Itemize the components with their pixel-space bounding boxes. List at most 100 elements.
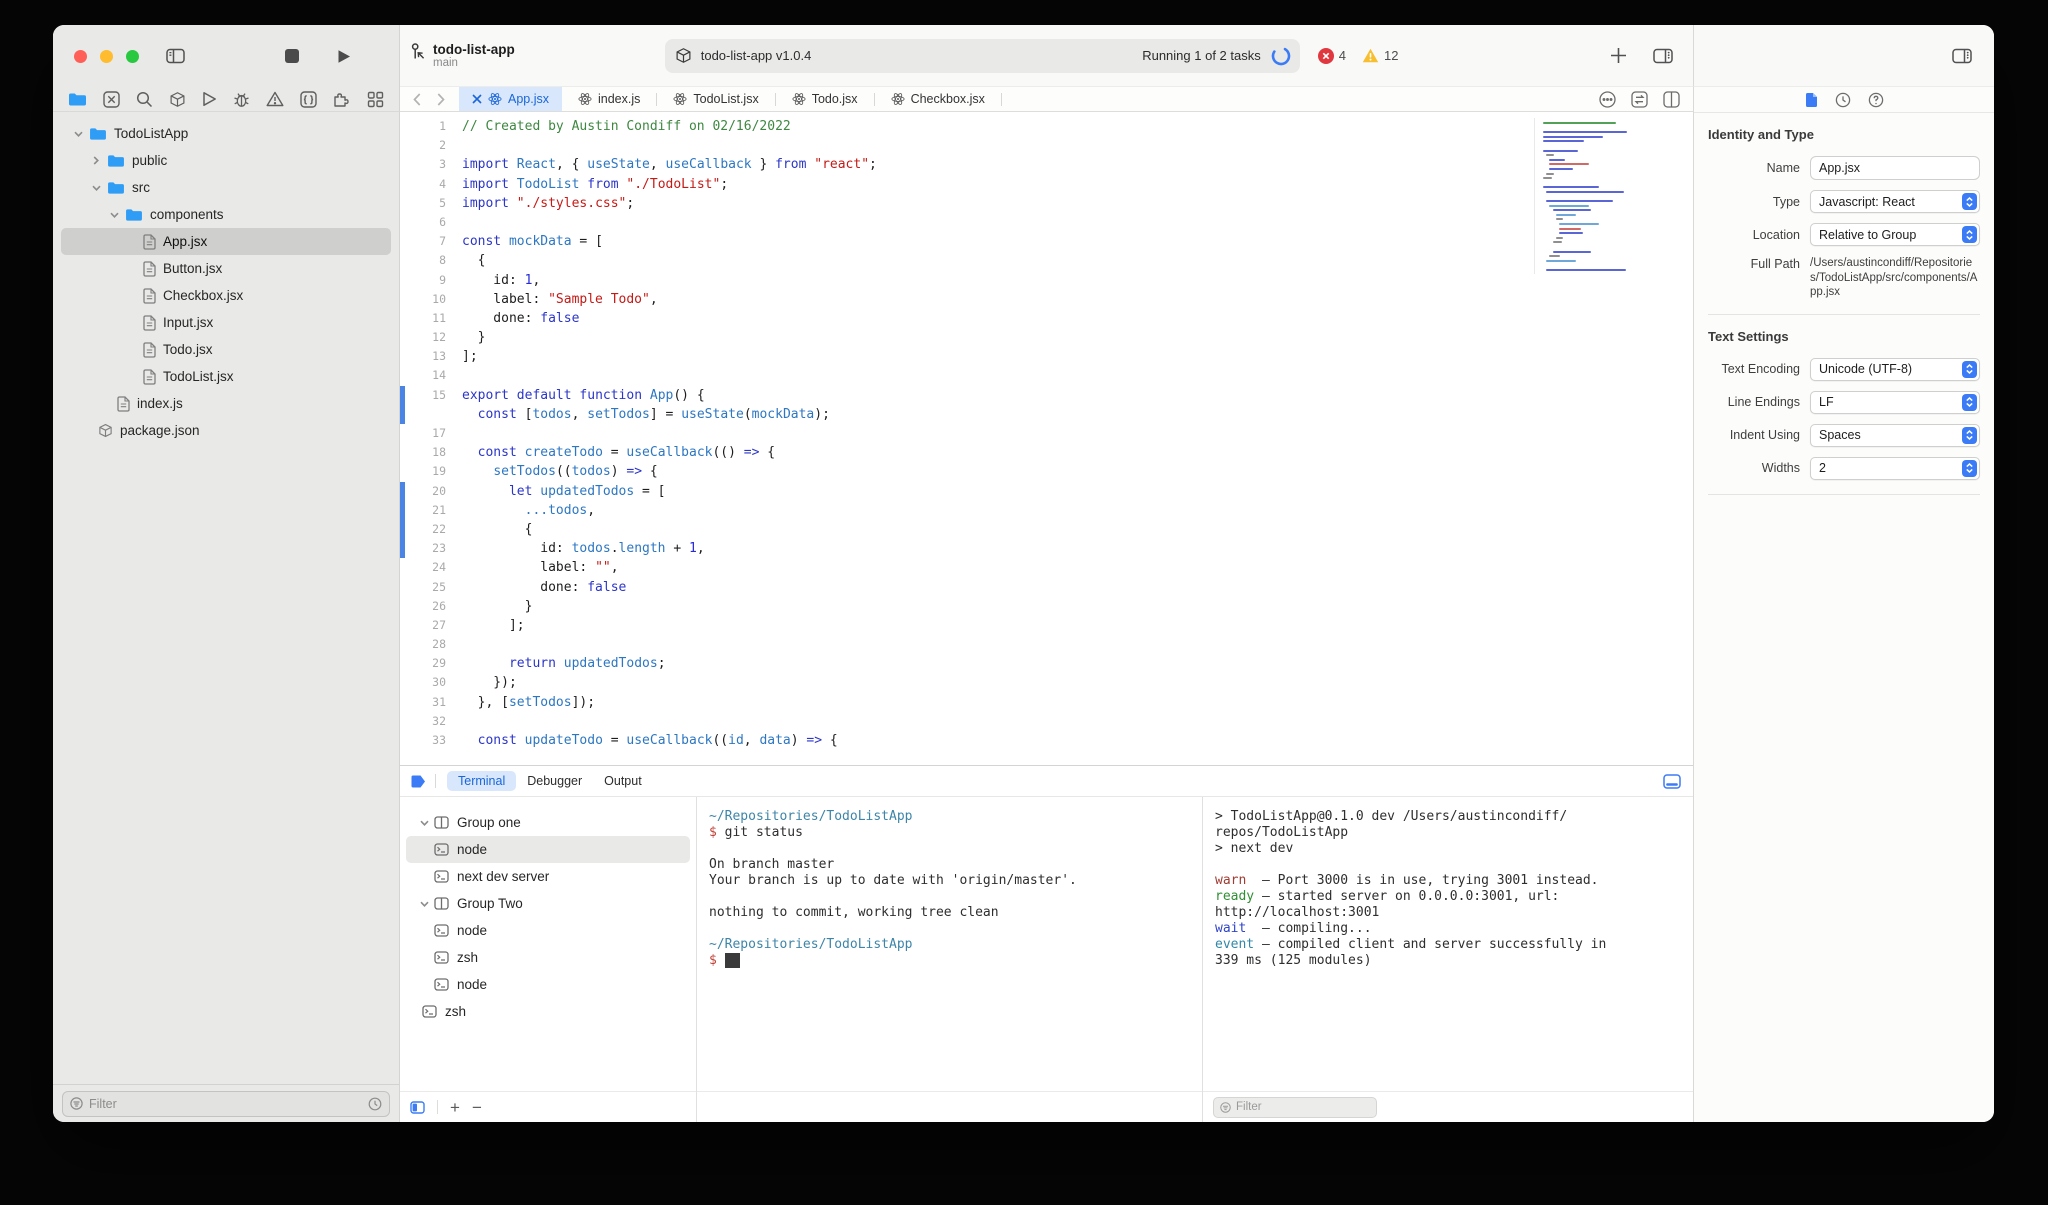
code-line[interactable]: 4 import TodoList from "./TodoList"; (400, 175, 1693, 194)
code-line[interactable]: 8 { (400, 251, 1693, 270)
minimize-window-button[interactable] (100, 49, 113, 63)
code-line[interactable]: 13]; (400, 347, 1693, 366)
sidebar-filter-input[interactable]: Filter (62, 1090, 390, 1117)
code-line[interactable]: 21 ...todos, (400, 500, 1693, 521)
name-field[interactable]: App.jsx (1810, 156, 1980, 180)
code-line[interactable]: 6 (400, 213, 1693, 232)
tree-item-src[interactable]: src (53, 174, 399, 201)
warning-badge[interactable]: 12 (1362, 48, 1398, 63)
code-line[interactable]: 29 return updatedTodos; (400, 654, 1693, 673)
tree-item-indexjs[interactable]: index.js (53, 390, 399, 417)
project-navigator-icon[interactable] (68, 92, 87, 107)
code-line[interactable]: 14 (400, 366, 1693, 385)
code-line[interactable]: 23 id: todos.length + 1, (400, 539, 1693, 559)
code-line[interactable]: 19 setTodos((todos) => { (400, 462, 1693, 481)
back-icon[interactable] (413, 92, 421, 106)
session-group[interactable]: Group one (406, 809, 690, 836)
tree-item-file[interactable]: TodoList.jsx (53, 363, 399, 390)
close-icon[interactable] (472, 94, 482, 104)
more-options-icon[interactable] (1599, 90, 1616, 108)
session-item[interactable]: zsh (406, 944, 690, 971)
code-line[interactable]: 1// Created by Austin Condiff on 02/16/2… (400, 117, 1693, 136)
tree-item-file[interactable]: Checkbox.jsx (53, 282, 399, 309)
minimap[interactable] (1534, 118, 1639, 274)
session-group[interactable]: Group Two (406, 890, 690, 917)
hierarchy-navigator-icon[interactable] (367, 91, 384, 108)
session-item[interactable]: node (406, 971, 690, 998)
code-line[interactable]: 5 import "./styles.css"; (400, 194, 1693, 213)
code-line[interactable]: 27 ]; (400, 616, 1693, 635)
code-line[interactable]: 25 done: false (400, 578, 1693, 597)
encoding-select[interactable]: Unicode (UTF-8) (1810, 357, 1980, 381)
session-item[interactable]: node (406, 917, 690, 944)
clock-icon[interactable] (368, 1097, 382, 1111)
code-line[interactable]: 12 } (400, 328, 1693, 347)
package-navigator-icon[interactable] (169, 91, 186, 108)
toggle-right-panel-icon[interactable] (1952, 48, 1972, 64)
session-item-selected[interactable]: node (406, 836, 690, 863)
code-line[interactable]: 7 const mockData = [ (400, 232, 1693, 251)
find-navigator-icon[interactable] (136, 91, 153, 108)
close-window-button[interactable] (74, 49, 87, 63)
split-editor-icon[interactable] (1663, 90, 1680, 108)
session-item[interactable]: zsh (406, 998, 690, 1025)
add-terminal-icon[interactable]: + (450, 1099, 460, 1116)
project-title-block[interactable]: todo-list-app main (411, 42, 515, 70)
toggle-inspector-icon[interactable] (1653, 48, 1673, 64)
tree-item-file[interactable]: Button.jsx (53, 255, 399, 282)
add-icon[interactable] (1610, 47, 1627, 64)
tree-item-file[interactable]: Todo.jsx (53, 336, 399, 363)
remove-terminal-icon[interactable]: − (472, 1099, 482, 1116)
code-line[interactable]: 9 id: 1, (400, 271, 1693, 290)
code-line[interactable]: 32 (400, 712, 1693, 731)
code-line[interactable]: 15 export default function App() { (400, 385, 1693, 406)
help-inspector-icon[interactable] (1868, 92, 1884, 108)
history-inspector-icon[interactable] (1835, 92, 1851, 108)
split-terminal-icon[interactable] (410, 1100, 425, 1114)
extensions-navigator-icon[interactable] (333, 91, 351, 108)
zoom-window-button[interactable] (126, 49, 139, 63)
tree-item-packagejson[interactable]: package.json (53, 417, 399, 444)
code-line[interactable]: 3 import React, { useState, useCallback }… (400, 155, 1693, 174)
chevron-down-icon[interactable] (85, 185, 107, 191)
type-select[interactable]: Javascript: React (1810, 190, 1980, 213)
code-line[interactable]: 22 { (400, 519, 1693, 540)
tab-todolistjsx[interactable]: TodoList.jsx (657, 87, 774, 111)
run-button[interactable] (337, 49, 351, 64)
terminal-pane-git[interactable]: ~/Repositories/TodoListApp $ git status O… (697, 797, 1203, 1122)
chevron-down-icon[interactable] (414, 820, 434, 826)
bug-navigator-icon[interactable] (233, 91, 250, 108)
scheme-status-pill[interactable]: todo-list-app v1.0.4 Running 1 of 2 task… (664, 38, 1300, 73)
tab-output[interactable]: Output (593, 771, 653, 791)
tree-item-project[interactable]: TodoListApp (53, 120, 399, 147)
tab-indexjs[interactable]: index.js (562, 87, 656, 111)
chevron-down-icon[interactable] (103, 212, 125, 218)
tab-checkboxjsx[interactable]: Checkbox.jsx (875, 87, 1001, 111)
code-line[interactable]: 30 }); (400, 673, 1693, 692)
symbols-navigator-icon[interactable] (300, 90, 317, 108)
tab-terminal[interactable]: Terminal (447, 771, 517, 791)
run-navigator-icon[interactable] (202, 91, 217, 107)
code-line[interactable]: 28 (400, 635, 1693, 654)
code-line[interactable]: 17 (400, 424, 1693, 443)
issues-navigator-icon[interactable] (266, 91, 284, 107)
session-item[interactable]: next dev server (406, 863, 690, 890)
location-select[interactable]: Relative to Group (1810, 223, 1980, 246)
code-line[interactable]: 24 label: "", (400, 558, 1693, 577)
code-line[interactable]: 2 (400, 136, 1693, 155)
tree-item-file[interactable]: Input.jsx (53, 309, 399, 336)
file-inspector-icon[interactable] (1805, 92, 1818, 108)
stop-task-button[interactable] (285, 49, 299, 63)
collapse-drawer-icon[interactable] (1663, 773, 1681, 789)
code-line[interactable]: 18 const createTodo = useCallback(() => … (400, 443, 1693, 462)
lineendings-select[interactable]: LF (1810, 390, 1980, 414)
chevron-down-icon[interactable] (67, 131, 89, 137)
code-line[interactable]: 10 label: "Sample Todo", (400, 290, 1693, 309)
tree-item-public[interactable]: public (53, 147, 399, 174)
source-control-icon[interactable] (103, 90, 120, 108)
error-badge[interactable]: 4 (1317, 47, 1346, 64)
terminal-filter-input[interactable]: Filter (1213, 1096, 1377, 1118)
tab-todojsx[interactable]: Todo.jsx (776, 87, 874, 111)
code-line[interactable]: 20 let updatedTodos = [ (400, 481, 1693, 501)
code-line[interactable]: 26 } (400, 597, 1693, 616)
